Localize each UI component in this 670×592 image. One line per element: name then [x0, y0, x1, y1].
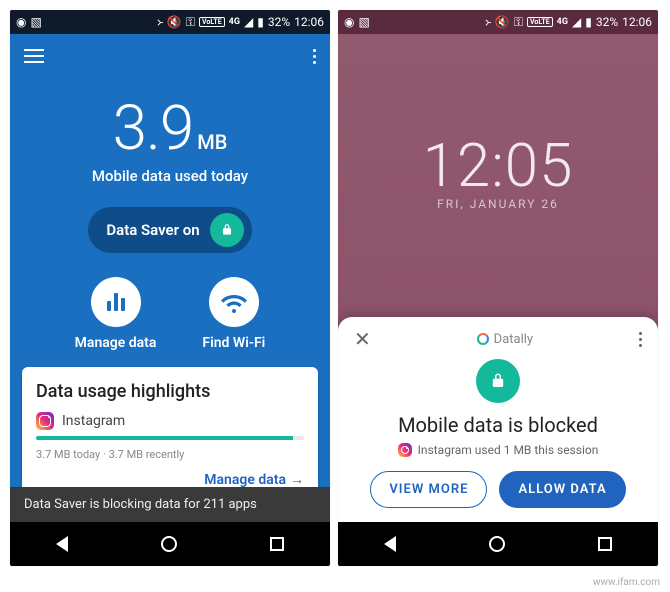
watermark: www.ifam.com — [593, 577, 660, 588]
silent-icon: 🔇 — [495, 16, 510, 28]
signal-icon: ◢ — [244, 16, 253, 28]
manage-data-link[interactable]: Manage data→ — [36, 471, 304, 488]
manage-data-button[interactable]: Manage data — [75, 277, 157, 351]
status-bar: ◉ ▧ ᚛ 🔇 ⚿ VoLTE 4G ◢ ▮ 32% 12:06 — [338, 10, 658, 34]
lock-clock: 12:05 — [338, 34, 658, 201]
card-title: Data usage highlights — [36, 381, 304, 402]
image-icon: ▧ — [358, 16, 369, 28]
sheet-title: Mobile data is blocked — [354, 413, 642, 437]
key-icon: ⚿ — [186, 16, 195, 28]
battery-percent: 32% — [268, 15, 290, 29]
bluetooth-icon: ᚛ — [157, 16, 163, 28]
wifi-icon — [209, 277, 259, 327]
bluetooth-icon: ᚛ — [485, 16, 491, 28]
view-more-button[interactable]: VIEW MORE — [370, 471, 487, 508]
main-panel: 3.9MB Mobile data used today Data Saver … — [10, 78, 330, 498]
highlights-card: Data usage highlights Instagram 3.7 MB t… — [22, 367, 318, 498]
brand-label: Datally — [477, 332, 533, 347]
data-saver-toggle[interactable]: Data Saver on — [88, 207, 251, 253]
manage-data-label: Manage data — [75, 335, 157, 351]
menu-icon[interactable] — [24, 49, 44, 63]
back-button[interactable] — [384, 536, 396, 552]
silent-icon: 🔇 — [167, 16, 182, 28]
usage-unit: MB — [197, 130, 227, 154]
recents-button[interactable] — [270, 537, 284, 551]
volte-badge: VoLTE — [199, 17, 225, 27]
app-bar — [10, 34, 330, 78]
nav-bar — [338, 522, 658, 566]
lock-icon — [476, 359, 520, 403]
home-button[interactable] — [489, 536, 505, 552]
session-text: Instagram used 1 MB this session — [418, 443, 599, 457]
usage-value: 3.9 — [113, 92, 194, 165]
close-icon[interactable]: ✕ — [354, 327, 371, 351]
clock-text: 12:06 — [294, 15, 324, 29]
datally-bottom-sheet: ✕ Datally Mobile data is blocked Instagr… — [338, 317, 658, 522]
usage-bar — [36, 436, 304, 440]
recents-button[interactable] — [598, 537, 612, 551]
network-icon: 4G — [229, 18, 240, 27]
image-icon: ▧ — [30, 16, 41, 28]
home-button[interactable] — [161, 536, 177, 552]
find-wifi-button[interactable]: Find Wi-Fi — [202, 277, 265, 351]
usage-label: Mobile data used today — [10, 167, 330, 185]
find-wifi-label: Find Wi-Fi — [202, 335, 265, 351]
datally-logo-icon — [477, 333, 489, 345]
usage-meta: 3.7 MB today · 3.7 MB recently — [36, 448, 304, 461]
data-saver-label: Data Saver on — [106, 221, 199, 239]
battery-percent: 32% — [596, 15, 618, 29]
arrow-right-icon: → — [290, 472, 304, 488]
nav-bar — [10, 522, 330, 566]
lock-icon — [210, 213, 244, 247]
overflow-icon[interactable] — [639, 332, 642, 347]
battery-icon: ▮ — [585, 16, 592, 28]
flame-icon: ◉ — [16, 16, 26, 28]
lock-date: FRI, JANUARY 26 — [338, 197, 658, 211]
back-button[interactable] — [56, 536, 68, 552]
clock-text: 12:06 — [622, 15, 652, 29]
phone-lockscreen-overlay: ◉ ▧ ᚛ 🔇 ⚿ VoLTE 4G ◢ ▮ 32% 12:06 12:05 F… — [338, 10, 658, 566]
toast-message: Data Saver is blocking data for 211 apps — [10, 487, 330, 522]
bar-chart-icon — [107, 293, 125, 311]
key-icon: ⚿ — [514, 16, 523, 28]
battery-icon: ▮ — [257, 16, 264, 28]
network-icon: 4G — [557, 18, 568, 27]
allow-data-button[interactable]: ALLOW DATA — [499, 471, 625, 508]
signal-icon: ◢ — [572, 16, 581, 28]
phone-datally-main: ◉ ▧ ᚛ 🔇 ⚿ VoLTE 4G ◢ ▮ 32% 12:06 3.9MB M… — [10, 10, 330, 566]
volte-badge: VoLTE — [527, 17, 553, 27]
instagram-icon — [36, 412, 54, 430]
overflow-icon[interactable] — [313, 49, 316, 64]
app-name: Instagram — [62, 413, 125, 429]
instagram-icon — [398, 443, 412, 457]
status-bar: ◉ ▧ ᚛ 🔇 ⚿ VoLTE 4G ◢ ▮ 32% 12:06 — [10, 10, 330, 34]
flame-icon: ◉ — [344, 16, 354, 28]
